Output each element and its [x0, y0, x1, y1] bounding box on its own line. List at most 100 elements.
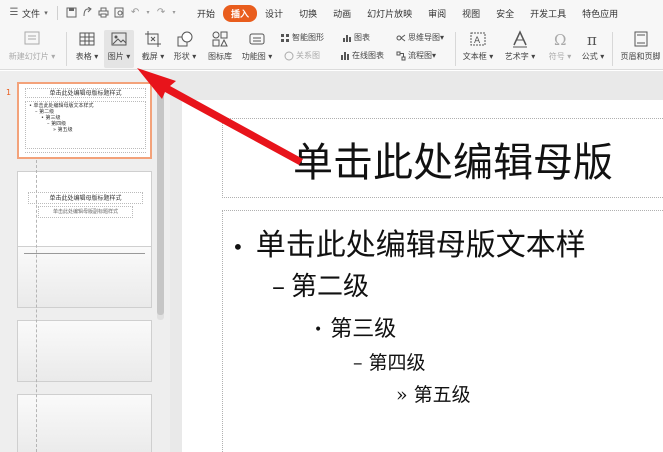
mind-map-icon: [396, 34, 406, 41]
bullet-dash: –: [353, 352, 363, 374]
svg-text:A: A: [474, 36, 481, 46]
thumbnail-subtitle: 单击此处编辑母版副标题样式: [38, 206, 133, 218]
function-chart-button[interactable]: 功能图 ▾: [240, 30, 274, 62]
chevron-down-icon: ▾: [189, 52, 197, 61]
file-menu[interactable]: 文件: [22, 7, 40, 20]
pi-icon: π: [587, 31, 597, 48]
output-pdf-icon[interactable]: [81, 6, 93, 19]
hamburger-icon[interactable]: ☰: [8, 7, 20, 19]
relation-chart-icon: [284, 51, 294, 60]
chevron-down-icon[interactable]: ▾: [171, 7, 177, 19]
svg-text:Ω: Ω: [554, 31, 566, 48]
screenshot-button[interactable]: 截屏 ▾: [139, 30, 167, 62]
new-slide-button[interactable]: 新建幻灯片 ▾: [6, 30, 58, 62]
tab-animation[interactable]: 动画: [325, 5, 359, 22]
new-slide-icon: [24, 31, 40, 45]
chart-icon: [343, 34, 351, 42]
text-level-2: – 第二级: [272, 272, 370, 302]
tab-insert[interactable]: 插入: [223, 4, 258, 22]
bullet-chevron: »: [396, 384, 408, 406]
flow-chart-button[interactable]: 流程图 ▾: [396, 50, 436, 61]
thumbnail-layout-4[interactable]: [17, 320, 152, 382]
divider: [455, 32, 456, 66]
chevron-down-icon: ▾: [123, 52, 131, 61]
chevron-down-icon: ▾: [48, 52, 56, 61]
chevron-down-icon: ▾: [564, 52, 572, 61]
menu-bar: ☰ 文件 ▾ ↶ ▾ ↷ ▾ 开始 插入 设计 切换 动画 幻灯片放映 审阅 视…: [0, 0, 663, 26]
symbol-button[interactable]: Ω 符号 ▾: [545, 30, 575, 62]
divider: [612, 32, 613, 66]
thumbnail-title: 单击此处编辑母版标题样式: [28, 192, 143, 204]
table-button[interactable]: 表格 ▾: [72, 30, 102, 62]
thumbnail-layout-3[interactable]: [17, 246, 152, 308]
header-footer-button[interactable]: 页眉和页脚: [618, 30, 663, 62]
text-level-3: • 第三级: [314, 317, 397, 342]
wordart-icon: [513, 30, 527, 48]
print-preview-icon[interactable]: [113, 7, 125, 19]
shape-icon: [177, 31, 193, 47]
chevron-down-icon: ▾: [265, 52, 273, 61]
table-icon: [79, 32, 95, 46]
text-level-4: – 第四级: [353, 352, 426, 374]
bullet-dot: •: [232, 235, 244, 259]
chevron-down-icon[interactable]: ▾: [42, 7, 50, 19]
ribbon-tabs: 开始 插入 设计 切换 动画 幻灯片放映 审阅 视图 安全 开发工具 特色应用: [189, 4, 626, 22]
tab-review[interactable]: 审阅: [420, 5, 454, 22]
chevron-down-icon: ▾: [528, 52, 536, 61]
tab-home[interactable]: 开始: [189, 5, 223, 22]
tab-design[interactable]: 设计: [257, 5, 291, 22]
slide-title: 单击此处编辑母版: [293, 140, 613, 186]
thumbnail-layout-5[interactable]: [17, 394, 152, 452]
thumbnail-footer: [25, 152, 146, 156]
omega-icon: Ω: [554, 31, 566, 48]
tab-featured-apps[interactable]: 特色应用: [574, 5, 626, 22]
chevron-down-icon: ▾: [432, 51, 437, 60]
save-icon[interactable]: [65, 7, 77, 19]
divider: [66, 32, 67, 66]
redo-icon[interactable]: ↷: [155, 7, 167, 19]
undo-icon[interactable]: ↶: [129, 7, 141, 19]
tab-developer[interactable]: 开发工具: [522, 5, 574, 22]
textbox-icon: A: [470, 32, 486, 46]
relation-chart-button[interactable]: 关系图: [284, 50, 320, 61]
thumbnail-title-layout[interactable]: 单击此处编辑母版标题样式 单击此处编辑母版副标题样式: [17, 171, 152, 247]
svg-text:π: π: [587, 31, 597, 48]
tab-transition[interactable]: 切换: [291, 5, 325, 22]
tab-view[interactable]: 视图: [454, 5, 488, 22]
chevron-down-icon: ▾: [91, 52, 99, 61]
chevron-down-icon[interactable]: ▾: [145, 7, 151, 19]
tab-security[interactable]: 安全: [488, 5, 522, 22]
picture-icon: [111, 32, 127, 46]
bullet-dot: •: [314, 322, 323, 338]
picture-button[interactable]: 图片 ▾: [104, 30, 134, 68]
shape-button[interactable]: 形状 ▾: [171, 30, 199, 62]
bullet-dash: –: [272, 272, 285, 302]
online-chart-button[interactable]: 在线图表: [340, 50, 384, 61]
screenshot-icon: [145, 31, 161, 47]
slide-number: 1: [6, 88, 12, 97]
smart-graphic-icon: [281, 33, 289, 42]
thumbnail-title: 单击此处编辑母版标题样式: [25, 88, 146, 98]
divider: [57, 6, 59, 20]
icon-library-button[interactable]: 图标库: [204, 30, 236, 62]
chevron-down-icon: ▾: [440, 33, 445, 42]
flow-chart-icon: [396, 51, 406, 60]
mind-map-button[interactable]: 思维导图 ▾: [396, 32, 444, 43]
thumbnail-scrollbar-thumb[interactable]: [157, 80, 164, 315]
layout-connector-line: [36, 160, 37, 452]
chevron-down-icon: ▾: [486, 52, 494, 61]
print-icon[interactable]: [97, 7, 109, 19]
ribbon-insert: 新建幻灯片 ▾ 表格 ▾ 图片 ▾ 截屏 ▾ 形状 ▾ 图标库 功能图 ▾ 智能…: [0, 26, 663, 70]
textbox-button[interactable]: A 文本框 ▾: [460, 30, 496, 62]
chevron-down-icon: ▾: [157, 52, 165, 61]
formula-button[interactable]: π 公式 ▾: [578, 30, 608, 62]
thumbnail-line: [24, 253, 145, 254]
chevron-down-icon: ▾: [597, 52, 605, 61]
wordart-button[interactable]: 艺术字 ▾: [501, 30, 539, 62]
online-chart-icon: [341, 51, 349, 60]
header-footer-icon: [634, 31, 647, 47]
tab-slideshow[interactable]: 幻灯片放映: [359, 5, 420, 22]
thumbnail-master[interactable]: 单击此处编辑母版标题样式 • 单击此处编辑母版文本样式 – 第二级 • 第三级 …: [17, 82, 152, 159]
chart-button[interactable]: 图表: [342, 32, 370, 43]
smart-graphic-button[interactable]: 智能图形: [280, 32, 324, 43]
